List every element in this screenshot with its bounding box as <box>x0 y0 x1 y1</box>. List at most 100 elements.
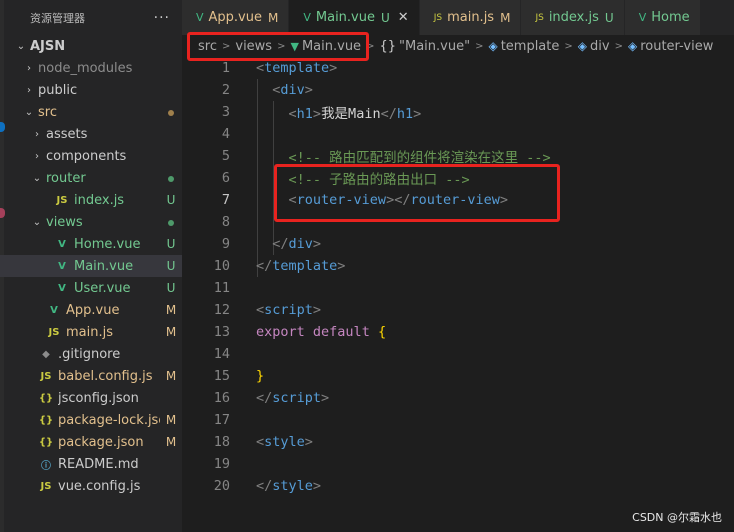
breadcrumb: src > views > ▼ Main.vue > {} "Main.vue"… <box>182 35 734 57</box>
line-number: 14 <box>213 346 230 362</box>
line-number: 16 <box>213 390 230 406</box>
more-actions-icon[interactable]: ··· <box>154 10 170 26</box>
line-number: 20 <box>213 478 230 494</box>
tree-item[interactable]: ⌄ AJSN <box>0 35 182 57</box>
line-number: 13 <box>213 324 230 340</box>
editor-tab[interactable]: V Main.vue U ✕ <box>289 0 420 35</box>
tree-item[interactable]: ⌄ router <box>0 167 182 189</box>
tree-item[interactable]: {} package-lock.json M <box>0 409 182 431</box>
tree-item[interactable]: › node_modules <box>0 57 182 79</box>
code-line: 10 </template> <box>182 255 734 277</box>
tree-item[interactable]: ◆ .gitignore <box>0 343 182 365</box>
code-editor[interactable]: 1 <template> 2 <div> 3 <h1>我是Main</h1> 4 5 <!… <box>182 57 734 532</box>
line-number: 8 <box>221 214 230 230</box>
code-token: default <box>312 324 370 340</box>
code-line: 16 </script> <box>182 387 734 409</box>
breadcrumb-src[interactable]: src <box>198 39 217 54</box>
tab-label: index.js <box>548 10 599 25</box>
file-type-icon: JS <box>433 12 443 23</box>
editor-tab[interactable]: V Home <box>624 0 701 35</box>
tree-item[interactable]: {} jsconfig.json <box>0 387 182 409</box>
code-token: </ <box>256 258 273 274</box>
tree-item[interactable]: JS main.js M <box>0 321 182 343</box>
tree-item[interactable]: V Main.vue U <box>0 255 182 277</box>
code-token: > <box>312 302 322 318</box>
git-status: M <box>165 303 177 317</box>
code-text: <style> <box>256 434 313 450</box>
tree-item-label: main.js <box>66 324 113 340</box>
file-type-icon: {} <box>38 392 54 404</box>
tree-item[interactable]: › public <box>0 79 182 101</box>
code-token: 我是Main <box>321 106 381 122</box>
breadcrumb-file[interactable]: Main.vue <box>302 39 361 54</box>
file-tree: ⌄ AJSN › node_modules › public ⌄ src › assets › com… <box>0 35 182 497</box>
code-line: 11 <box>182 277 734 299</box>
code-line: 14 <box>182 343 734 365</box>
code-line: 5 <!-- 路由匹配到的组件将渲染在这里 --> <box>182 145 734 167</box>
code-token: style <box>272 478 313 494</box>
tree-item[interactable]: V User.vue U <box>0 277 182 299</box>
breadcrumb-div[interactable]: div <box>590 39 610 54</box>
breadcrumb-template[interactable]: template <box>501 39 560 54</box>
git-status: M <box>165 369 177 383</box>
tree-item-label: vue.config.js <box>58 478 141 494</box>
breadcrumb-views[interactable]: views <box>235 39 272 54</box>
tree-item-label: index.js <box>74 192 125 208</box>
file-type-icon: V <box>58 238 66 250</box>
editor-tab[interactable]: JS main.js M <box>419 0 522 35</box>
code-token: h1 <box>396 106 414 122</box>
code-line: 7 <router-view></router-view> <box>182 189 734 211</box>
code-token: script <box>272 390 322 406</box>
chevron-right-icon: > <box>366 40 375 52</box>
tree-item-label: Main.vue <box>74 258 134 274</box>
tree-item[interactable]: ⌄ views <box>0 211 182 233</box>
code-token: } <box>256 368 265 384</box>
tree-item[interactable]: ⌄ src <box>0 101 182 123</box>
tree-item[interactable]: V Home.vue U <box>0 233 182 255</box>
editor-tab[interactable]: JS index.js U <box>521 0 625 35</box>
tab-label: main.js <box>447 10 495 25</box>
git-status: M <box>165 435 177 449</box>
breadcrumb-component[interactable]: "Main.vue" <box>399 39 470 54</box>
explorer-header: 资源管理器 ··· <box>0 0 182 35</box>
tree-item-label: jsconfig.json <box>58 390 139 406</box>
tree-item[interactable]: › assets <box>0 123 182 145</box>
code-token: export <box>256 324 305 340</box>
tab-label: Home <box>651 10 690 25</box>
tree-item[interactable]: V App.vue M <box>0 299 182 321</box>
code-token: </ <box>256 390 273 406</box>
code-token: <!-- 子路由的路由出口 --> <box>288 172 470 188</box>
breadcrumb-router-view[interactable]: router-view <box>640 39 713 54</box>
line-number: 17 <box>213 412 230 428</box>
file-type-icon: V <box>638 11 647 24</box>
code-line: 18 <style> <box>182 431 734 453</box>
tree-item[interactable]: {} package.json M <box>0 431 182 453</box>
tree-item[interactable]: JS babel.config.js M <box>0 365 182 387</box>
code-text: } <box>256 368 264 384</box>
code-token: </ <box>272 236 289 252</box>
chevron-down-icon: ⌄ <box>32 216 42 228</box>
chevron-right-icon: › <box>27 62 31 74</box>
tab-label: App.vue <box>208 10 262 25</box>
file-type-icon: V <box>58 282 66 294</box>
tree-item[interactable]: JS index.js U <box>0 189 182 211</box>
editor-tab[interactable]: V App.vue M <box>182 0 290 35</box>
git-status: M <box>165 325 177 339</box>
code-token: { <box>377 324 387 340</box>
code-line: 8 <box>182 211 734 233</box>
chevron-right-icon: › <box>35 128 39 140</box>
tree-item[interactable]: › components <box>0 145 182 167</box>
code-token: h1 <box>296 106 313 122</box>
close-icon[interactable]: ✕ <box>398 10 409 25</box>
tree-item[interactable]: ⓘ README.md <box>0 453 182 475</box>
tree-item[interactable]: JS vue.config.js <box>0 475 182 497</box>
code-line: 17 <box>182 409 734 431</box>
git-status: U <box>166 237 176 251</box>
code-token: <!-- 路由匹配到的组件将渲染在这里 --> <box>288 150 551 166</box>
line-number: 6 <box>221 170 230 186</box>
